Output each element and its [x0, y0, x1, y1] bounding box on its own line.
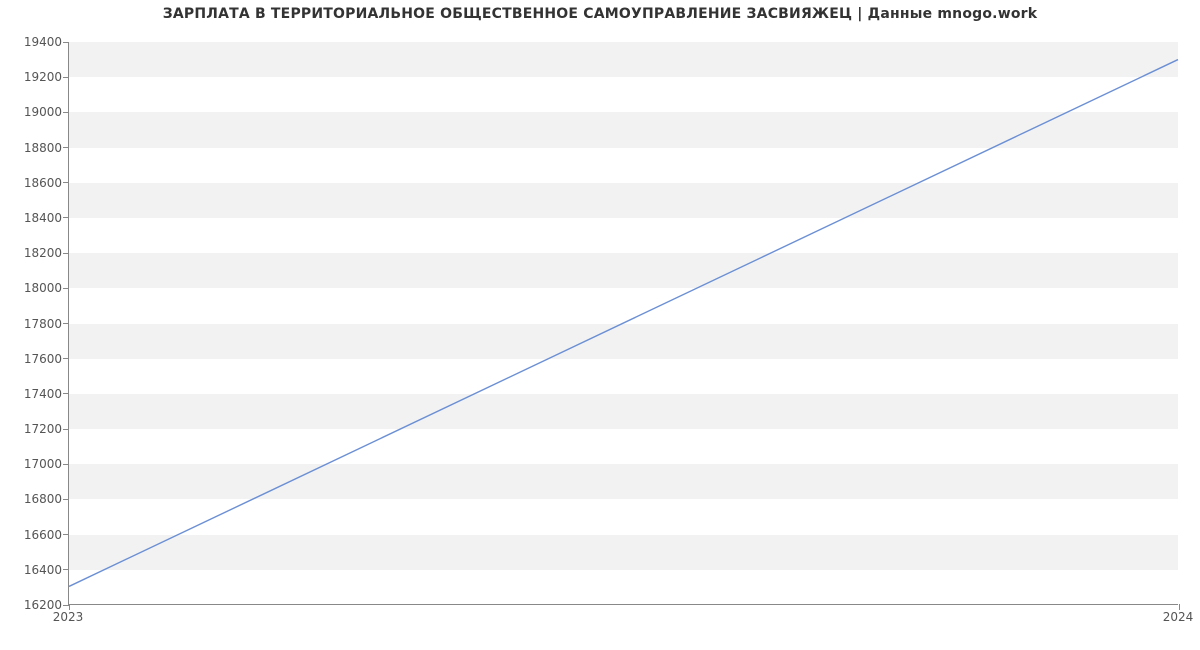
y-tick — [63, 182, 69, 183]
y-tick-label: 18800 — [24, 141, 62, 155]
y-tick-label: 16800 — [24, 492, 62, 506]
y-tick — [63, 147, 69, 148]
y-tick-label: 17200 — [24, 422, 62, 436]
y-tick — [63, 77, 69, 78]
y-tick — [63, 464, 69, 465]
y-tick — [63, 358, 69, 359]
y-tick-label: 17600 — [24, 352, 62, 366]
chart-title: ЗАРПЛАТА В ТЕРРИТОРИАЛЬНОЕ ОБЩЕСТВЕННОЕ … — [0, 6, 1200, 22]
x-tick-label: 2023 — [53, 610, 84, 624]
y-tick-label: 17400 — [24, 387, 62, 401]
plot-area — [68, 42, 1178, 605]
y-tick-label: 18400 — [24, 211, 62, 225]
y-tick-label: 16400 — [24, 563, 62, 577]
y-tick-label: 18000 — [24, 281, 62, 295]
y-tick — [63, 217, 69, 218]
y-tick-label: 18600 — [24, 176, 62, 190]
series-line — [69, 60, 1178, 587]
y-tick — [63, 569, 69, 570]
y-tick — [63, 393, 69, 394]
y-tick-label: 17000 — [24, 457, 62, 471]
y-tick — [63, 499, 69, 500]
y-tick-label: 17800 — [24, 317, 62, 331]
y-tick-label: 19200 — [24, 70, 62, 84]
y-tick-label: 19000 — [24, 105, 62, 119]
y-tick — [63, 112, 69, 113]
y-tick — [63, 288, 69, 289]
x-tick-label: 2024 — [1163, 610, 1194, 624]
y-tick-label: 16600 — [24, 528, 62, 542]
y-tick-label: 18200 — [24, 246, 62, 260]
y-tick — [63, 42, 69, 43]
data-line — [69, 42, 1178, 604]
y-tick — [63, 323, 69, 324]
y-tick-label: 19400 — [24, 35, 62, 49]
y-tick — [63, 429, 69, 430]
y-tick — [63, 253, 69, 254]
y-tick — [63, 534, 69, 535]
